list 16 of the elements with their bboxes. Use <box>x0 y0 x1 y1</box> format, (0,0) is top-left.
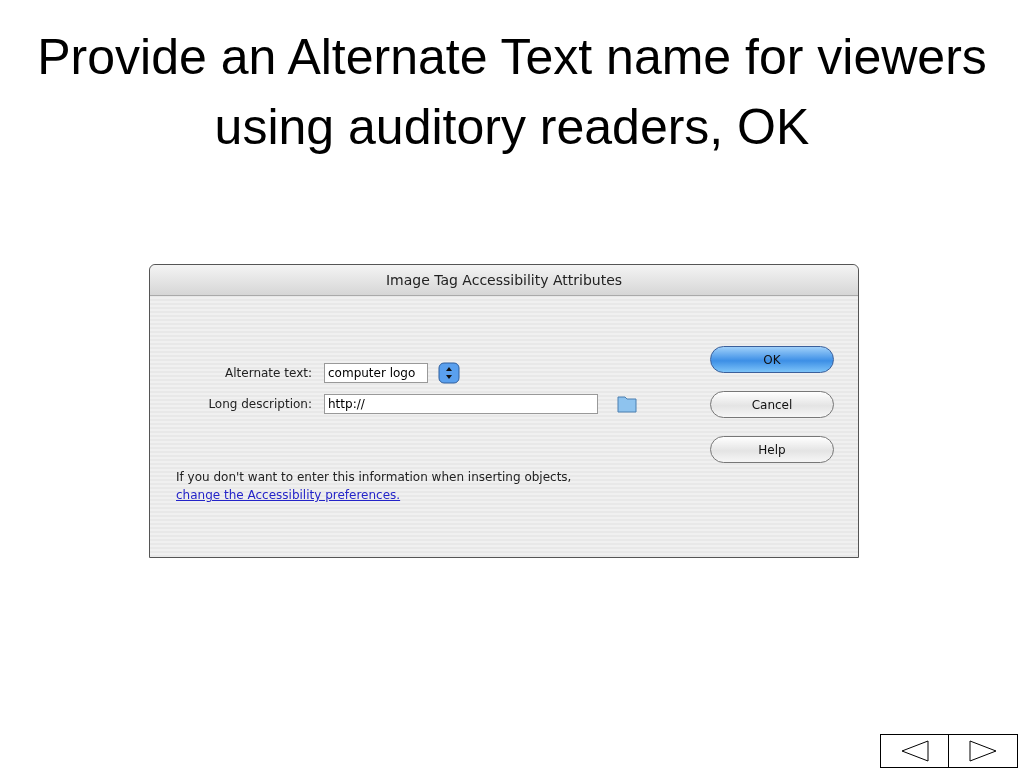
input-field[interactable]: computer logo <box>324 363 428 383</box>
field-label: Alternate text: <box>224 366 313 380</box>
field-label: Long description: <box>207 397 313 411</box>
next-button[interactable] <box>949 734 1018 768</box>
preferences-link[interactable]: change the Accessibility preferences. <box>176 488 401 502</box>
input-field[interactable]: http:// <box>324 394 598 414</box>
stepper-icon[interactable] <box>438 362 460 384</box>
info-paragraph: If you don't want to enter this information when inserting objects, change the Accessibility preferences. <box>176 469 573 504</box>
right-triangle-icon <box>968 739 998 763</box>
dialog-title: Image Tag Accessibility Attributes <box>385 272 623 288</box>
dialog-button[interactable]: Help <box>710 436 834 463</box>
dialog-button[interactable]: Cancel <box>710 391 834 418</box>
dialog-button[interactable]: OK <box>710 346 834 373</box>
previous-button[interactable] <box>880 734 949 768</box>
left-triangle-icon <box>899 739 930 763</box>
slide-title: Provide an Alternate Text name for viewers using auditory readers, OK <box>36 28 988 157</box>
